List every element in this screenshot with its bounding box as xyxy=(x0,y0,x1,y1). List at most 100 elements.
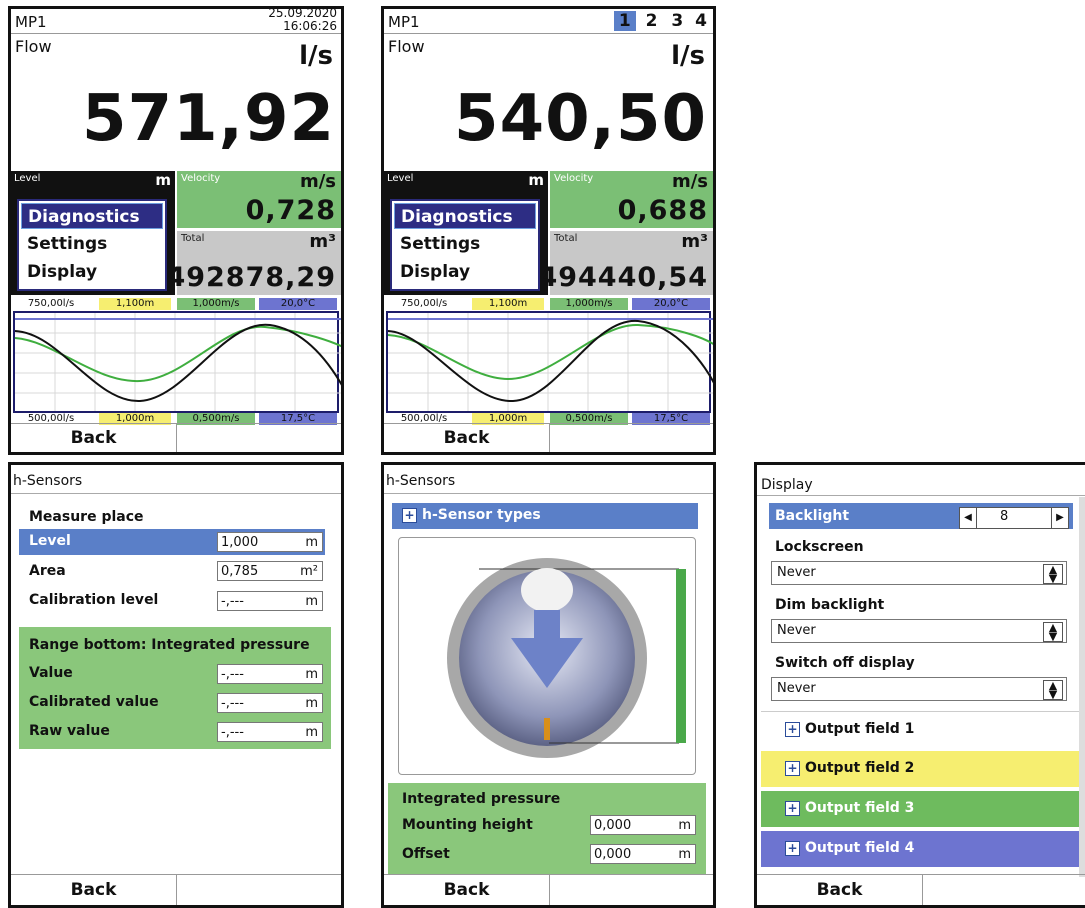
back-button[interactable]: Back xyxy=(384,875,550,905)
measure-point-label: MP1 xyxy=(15,13,47,31)
output-field-3-row[interactable]: + Output field 3 xyxy=(761,791,1079,827)
softkey-right[interactable] xyxy=(550,424,713,452)
title-divider xyxy=(384,493,713,494)
total-unit: m³ xyxy=(681,231,708,252)
raw-value-input[interactable]: -,--- m xyxy=(217,722,323,742)
area-value: 0,785 xyxy=(221,564,259,579)
title-divider xyxy=(11,493,341,494)
value-input[interactable]: -,--- m xyxy=(217,664,323,684)
back-button[interactable]: Back xyxy=(11,424,177,452)
level-label: Level xyxy=(14,173,41,184)
level-input[interactable]: 1,000 m xyxy=(217,532,323,552)
offset-input[interactable]: 0,000 m xyxy=(590,844,696,864)
range-bottom-title: Range bottom: Integrated pressure xyxy=(29,637,310,653)
softkey-row: Back xyxy=(757,874,1085,905)
softkey-right[interactable] xyxy=(923,875,1085,905)
trend-chart-svg xyxy=(14,313,341,411)
expand-icon: + xyxy=(785,721,800,737)
scrollbar[interactable] xyxy=(1079,497,1085,877)
dim-backlight-dropdown[interactable]: Never ▲ ▼ xyxy=(771,619,1067,643)
page-tab-2[interactable]: 2 xyxy=(642,11,662,31)
mounting-height-label: Mounting height xyxy=(402,817,533,833)
level-label: Level xyxy=(29,533,71,549)
top-bar: MP1 25.09.2020 16:06:26 xyxy=(11,9,341,34)
back-button[interactable]: Back xyxy=(11,875,177,905)
level-unit: m xyxy=(528,171,544,189)
page-tab-4[interactable]: 4 xyxy=(693,11,709,31)
calibration-level-unit: m xyxy=(305,594,318,609)
softkey-row: Back xyxy=(384,423,713,452)
scale-top-temp: 20,0°C xyxy=(259,298,337,310)
back-button[interactable]: Back xyxy=(757,875,923,905)
output-field-2-label: Output field 2 xyxy=(805,760,915,776)
total-field: Total m³ 492878,29 xyxy=(166,231,341,295)
softkey-right[interactable] xyxy=(177,424,341,452)
scale-top-level: 1,100m xyxy=(472,298,544,310)
sensor-types-row: + h-Sensor types xyxy=(402,507,541,523)
output-field-3-item: + Output field 3 xyxy=(785,800,914,816)
velocity-field: Velocity m/s 0,688 xyxy=(550,171,713,228)
output-field-3-label: Output field 3 xyxy=(805,800,915,816)
title-divider xyxy=(757,495,1085,496)
sensor-types-header[interactable]: + h-Sensor types xyxy=(392,503,698,529)
calibrated-value-unit: m xyxy=(305,696,318,711)
output-field-4-row[interactable]: + Output field 4 xyxy=(761,831,1079,867)
menu-item-diagnostics[interactable]: Diagnostics xyxy=(394,203,536,229)
scale-top: 750,00l/s 1,100m 1,000m/s 20,0°C xyxy=(384,298,713,310)
flow-value: 540,50 xyxy=(454,82,707,156)
value-label: Value xyxy=(29,665,73,681)
flow-value: 571,92 xyxy=(82,82,335,156)
scale-top-flow: 750,00l/s xyxy=(400,298,448,309)
measure-point-label: MP1 xyxy=(388,13,420,31)
backlight-spinner[interactable]: ◀ 8 ▶ xyxy=(959,507,1069,529)
mounting-height-input[interactable]: 0,000 m xyxy=(590,815,696,835)
velocity-field: Velocity m/s 0,728 xyxy=(177,171,341,228)
velocity-label: Velocity xyxy=(554,173,594,184)
page-title: h-Sensors xyxy=(386,473,456,489)
sensor-types-label: h-Sensor types xyxy=(422,507,541,523)
flow-label: Flow xyxy=(388,37,425,56)
dim-backlight-value: Never xyxy=(777,623,816,638)
increase-arrow-icon[interactable]: ▶ xyxy=(1051,508,1068,528)
screen-main-2: MP1 1 2 3 4 Flow l/s 540,50 Level m Velo… xyxy=(381,6,716,455)
menu-item-display[interactable]: Display xyxy=(21,259,163,285)
back-button[interactable]: Back xyxy=(384,424,550,452)
backlight-label: Backlight xyxy=(775,508,850,524)
output-field-4-item: + Output field 4 xyxy=(785,840,914,856)
area-unit: m² xyxy=(300,564,318,579)
menu-item-settings[interactable]: Settings xyxy=(394,231,536,257)
menu-item-display[interactable]: Display xyxy=(394,259,536,285)
sensor-illustration xyxy=(398,537,696,775)
context-menu: Diagnostics Settings Display xyxy=(390,199,540,291)
velocity-label: Velocity xyxy=(181,173,221,184)
softkey-right[interactable] xyxy=(550,875,713,905)
offset-unit: m xyxy=(678,847,691,862)
area-input[interactable]: 0,785 m² xyxy=(217,561,323,581)
context-menu: Diagnostics Settings Display xyxy=(17,199,167,291)
calibrated-value-input[interactable]: -,--- m xyxy=(217,693,323,713)
lockscreen-value: Never xyxy=(777,565,816,580)
softkey-right[interactable] xyxy=(177,875,341,905)
flow-label: Flow xyxy=(15,37,52,56)
calibration-level-label: Calibration level xyxy=(29,592,159,608)
trend-chart-svg xyxy=(387,313,713,411)
expand-icon: + xyxy=(402,507,417,523)
softkey-row: Back xyxy=(384,874,713,905)
expand-icon: + xyxy=(785,800,800,816)
calibration-level-value: -,--- xyxy=(221,594,244,609)
level-value: 1,000 xyxy=(221,535,259,550)
decrease-arrow-icon[interactable]: ◀ xyxy=(960,508,977,528)
flow-unit: l/s xyxy=(671,41,705,71)
page-tab-3[interactable]: 3 xyxy=(667,11,687,31)
calibration-level-input[interactable]: -,--- m xyxy=(217,591,323,611)
page-tab-1[interactable]: 1 xyxy=(613,11,636,31)
output-field-1-row[interactable]: + Output field 1 xyxy=(761,711,1079,748)
level-unit: m xyxy=(305,535,318,550)
menu-item-settings[interactable]: Settings xyxy=(21,231,163,257)
flow-unit: l/s xyxy=(299,41,333,71)
lockscreen-dropdown[interactable]: Never ▲ ▼ xyxy=(771,561,1067,585)
output-field-2-row[interactable]: + Output field 2 xyxy=(761,751,1079,787)
switch-off-display-dropdown[interactable]: Never ▲ ▼ xyxy=(771,677,1067,701)
menu-item-diagnostics[interactable]: Diagnostics xyxy=(21,203,163,229)
level-unit: m xyxy=(155,171,171,189)
